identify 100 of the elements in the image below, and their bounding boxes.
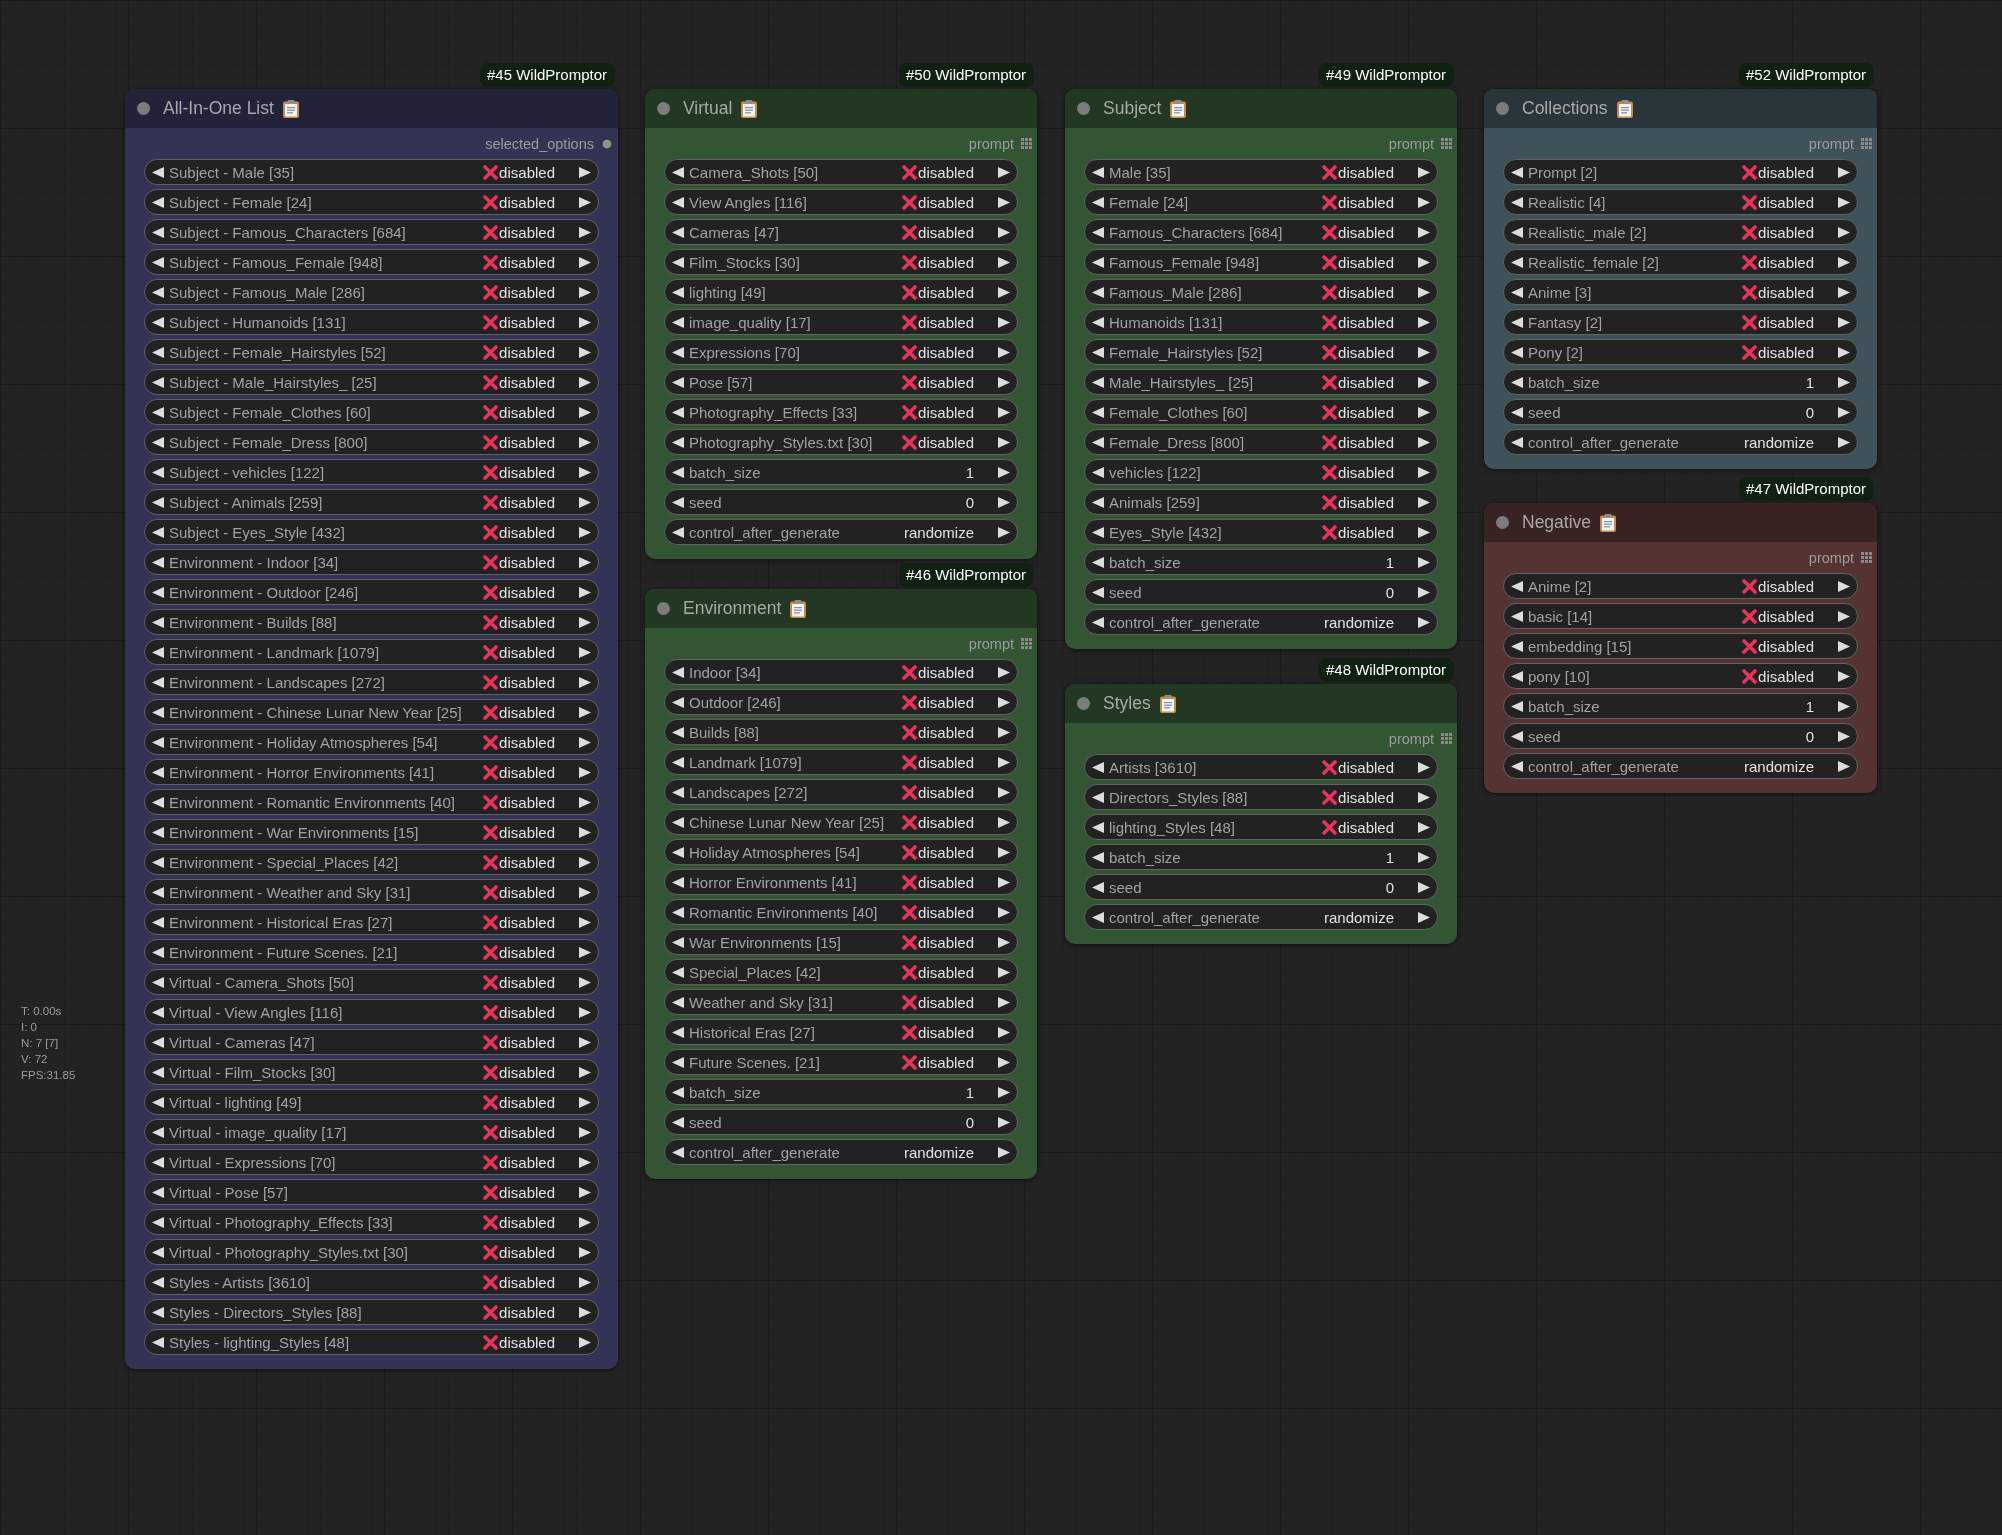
toggle-widget[interactable]: Special_Places [42] disabled <box>664 959 1018 985</box>
left-arrow-icon[interactable] <box>672 436 684 448</box>
right-arrow-icon[interactable] <box>998 406 1010 418</box>
number-widget[interactable]: batch_size 1 <box>1503 693 1858 719</box>
right-arrow-icon[interactable] <box>579 196 591 208</box>
toggle-widget[interactable]: Romantic Environments [40] disabled <box>664 899 1018 925</box>
left-arrow-icon[interactable] <box>152 616 164 628</box>
right-arrow-icon[interactable] <box>1838 346 1850 358</box>
left-arrow-icon[interactable] <box>152 346 164 358</box>
right-arrow-icon[interactable] <box>1838 580 1850 592</box>
toggle-widget[interactable]: Subject - Female_Hairstyles [52] disabled <box>144 339 599 365</box>
dot-icon[interactable] <box>657 102 670 115</box>
left-arrow-icon[interactable] <box>152 856 164 868</box>
toggle-widget[interactable]: Styles - Directors_Styles [88] disabled <box>144 1299 599 1325</box>
left-arrow-icon[interactable] <box>672 406 684 418</box>
right-arrow-icon[interactable] <box>579 1096 591 1108</box>
left-arrow-icon[interactable] <box>672 726 684 738</box>
right-arrow-icon[interactable] <box>579 436 591 448</box>
left-arrow-icon[interactable] <box>1092 821 1104 833</box>
toggle-widget[interactable]: Environment - War Environments [15] disabled <box>144 819 599 845</box>
right-arrow-icon[interactable] <box>998 226 1010 238</box>
left-arrow-icon[interactable] <box>672 346 684 358</box>
left-arrow-icon[interactable] <box>152 586 164 598</box>
left-arrow-icon[interactable] <box>672 526 684 538</box>
right-arrow-icon[interactable] <box>998 966 1010 978</box>
left-arrow-icon[interactable] <box>1092 911 1104 923</box>
right-arrow-icon[interactable] <box>1418 616 1430 628</box>
left-arrow-icon[interactable] <box>1092 466 1104 478</box>
right-arrow-icon[interactable] <box>1418 256 1430 268</box>
grid-icon[interactable] <box>1021 138 1032 149</box>
toggle-widget[interactable]: Indoor [34] disabled <box>664 659 1018 685</box>
left-arrow-icon[interactable] <box>672 166 684 178</box>
right-arrow-icon[interactable] <box>998 286 1010 298</box>
toggle-widget[interactable]: Famous_Characters [684] disabled <box>1084 219 1438 245</box>
number-widget[interactable]: batch_size 1 <box>1503 369 1858 395</box>
right-arrow-icon[interactable] <box>998 316 1010 328</box>
left-arrow-icon[interactable] <box>152 196 164 208</box>
toggle-widget[interactable]: Subject - Animals [259] disabled <box>144 489 599 515</box>
number-widget[interactable]: seed 0 <box>664 1109 1018 1135</box>
toggle-widget[interactable]: Subject - Famous_Female [948] disabled <box>144 249 599 275</box>
toggle-widget[interactable]: Virtual - Pose [57] disabled <box>144 1179 599 1205</box>
right-arrow-icon[interactable] <box>998 726 1010 738</box>
left-arrow-icon[interactable] <box>152 1216 164 1228</box>
left-arrow-icon[interactable] <box>672 1086 684 1098</box>
toggle-widget[interactable]: Weather and Sky [31] disabled <box>664 989 1018 1015</box>
left-arrow-icon[interactable] <box>672 1026 684 1038</box>
right-arrow-icon[interactable] <box>579 1066 591 1078</box>
toggle-widget[interactable]: Styles - Artists [3610] disabled <box>144 1269 599 1295</box>
left-arrow-icon[interactable] <box>152 286 164 298</box>
right-arrow-icon[interactable] <box>579 166 591 178</box>
right-arrow-icon[interactable] <box>579 886 591 898</box>
left-arrow-icon[interactable] <box>672 1056 684 1068</box>
toggle-widget[interactable]: Female_Hairstyles [52] disabled <box>1084 339 1438 365</box>
toggle-widget[interactable]: Subject - Male [35] disabled <box>144 159 599 185</box>
left-arrow-icon[interactable] <box>672 316 684 328</box>
grid-icon[interactable] <box>1861 552 1872 563</box>
right-arrow-icon[interactable] <box>998 1056 1010 1068</box>
toggle-widget[interactable]: Subject - Male_Hairstyles_ [25] disabled <box>144 369 599 395</box>
right-arrow-icon[interactable] <box>579 556 591 568</box>
right-arrow-icon[interactable] <box>998 1086 1010 1098</box>
right-arrow-icon[interactable] <box>1418 791 1430 803</box>
toggle-widget[interactable]: lighting_Styles [48] disabled <box>1084 814 1438 840</box>
left-arrow-icon[interactable] <box>152 1276 164 1288</box>
left-arrow-icon[interactable] <box>152 1006 164 1018</box>
toggle-widget[interactable]: Environment - Horror Environments [41] disabled <box>144 759 599 785</box>
right-arrow-icon[interactable] <box>579 226 591 238</box>
toggle-widget[interactable]: Virtual - Photography_Effects [33] disabled <box>144 1209 599 1235</box>
right-arrow-icon[interactable] <box>579 586 591 598</box>
left-arrow-icon[interactable] <box>152 406 164 418</box>
left-arrow-icon[interactable] <box>1511 226 1523 238</box>
toggle-widget[interactable]: Chinese Lunar New Year [25] disabled <box>664 809 1018 835</box>
left-arrow-icon[interactable] <box>1511 256 1523 268</box>
dot-icon[interactable] <box>137 102 150 115</box>
left-arrow-icon[interactable] <box>1511 580 1523 592</box>
left-arrow-icon[interactable] <box>152 1156 164 1168</box>
right-arrow-icon[interactable] <box>998 346 1010 358</box>
toggle-widget[interactable]: Styles - lighting_Styles [48] disabled <box>144 1329 599 1355</box>
right-arrow-icon[interactable] <box>579 466 591 478</box>
toggle-widget[interactable]: Holiday Atmospheres [54] disabled <box>664 839 1018 865</box>
toggle-widget[interactable]: Builds [88] disabled <box>664 719 1018 745</box>
right-arrow-icon[interactable] <box>579 946 591 958</box>
combo-widget[interactable]: control_after_generate randomize <box>664 519 1018 545</box>
left-arrow-icon[interactable] <box>672 196 684 208</box>
right-arrow-icon[interactable] <box>579 706 591 718</box>
toggle-widget[interactable]: Realistic_female [2] disabled <box>1503 249 1858 275</box>
right-arrow-icon[interactable] <box>579 1246 591 1258</box>
right-arrow-icon[interactable] <box>1838 286 1850 298</box>
left-arrow-icon[interactable] <box>1511 640 1523 652</box>
left-arrow-icon[interactable] <box>152 526 164 538</box>
right-arrow-icon[interactable] <box>1418 881 1430 893</box>
toggle-widget[interactable]: Camera_Shots [50] disabled <box>664 159 1018 185</box>
right-arrow-icon[interactable] <box>1838 760 1850 772</box>
left-arrow-icon[interactable] <box>672 1116 684 1128</box>
right-arrow-icon[interactable] <box>1418 286 1430 298</box>
toggle-widget[interactable]: Cameras [47] disabled <box>664 219 1018 245</box>
toggle-widget[interactable]: Environment - Indoor [34] disabled <box>144 549 599 575</box>
toggle-widget[interactable]: Virtual - image_quality [17] disabled <box>144 1119 599 1145</box>
toggle-widget[interactable]: Subject - Famous_Male [286] disabled <box>144 279 599 305</box>
toggle-widget[interactable]: Film_Stocks [30] disabled <box>664 249 1018 275</box>
left-arrow-icon[interactable] <box>1092 881 1104 893</box>
